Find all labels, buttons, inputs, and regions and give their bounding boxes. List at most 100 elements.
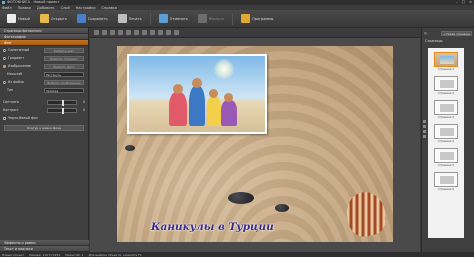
pages-panel: ▤ + Новая страница Страницы Страница 1 С… xyxy=(421,28,474,252)
radio-solid[interactable] xyxy=(3,48,6,52)
move-down-icon[interactable] xyxy=(423,125,426,128)
page-thumb[interactable]: Страница 5 xyxy=(434,148,458,170)
toolbar-divider xyxy=(232,12,234,25)
page-thumb[interactable]: Страница 6 xyxy=(434,172,458,194)
thumb-preview xyxy=(434,148,458,163)
type-row: Тип Заливка xyxy=(0,86,88,94)
programs-button[interactable]: Программы xyxy=(236,12,278,26)
bw-checkbox[interactable] xyxy=(3,116,6,120)
add-page-button[interactable]: + Новая страница xyxy=(441,30,472,36)
choose-file-button[interactable]: Выбрать изображение xyxy=(44,79,84,85)
album-page[interactable]: Каникулы в Турции xyxy=(117,46,393,242)
bw-row[interactable]: Черно-белый фон xyxy=(0,114,88,122)
sun-glow xyxy=(213,58,235,80)
status-bar: Новый проект Размер: 1107×1452 Масштаб: … xyxy=(0,252,474,257)
option-image[interactable]: Изображение Выбрать фото xyxy=(0,62,88,70)
delete-icon[interactable] xyxy=(174,30,179,35)
canvas-area[interactable]: Каникулы в Турции xyxy=(90,38,420,252)
page-tools xyxy=(423,120,427,138)
page-thumb[interactable]: Страница 3 xyxy=(434,100,458,122)
brightness-value: 0 xyxy=(82,100,85,104)
seashell-image xyxy=(343,189,389,239)
page-caption[interactable]: Каникулы в Турции xyxy=(151,221,274,233)
layer-up-icon[interactable] xyxy=(150,30,155,35)
slider-knob[interactable] xyxy=(61,107,64,114)
person-head xyxy=(192,78,202,88)
placement-select[interactable]: Растянуть xyxy=(44,71,84,77)
person-head xyxy=(173,84,183,94)
folder-icon xyxy=(39,14,49,23)
bg-contour-button[interactable]: Контур и рамка фона xyxy=(4,125,84,131)
properties-panel: Страницы фотокниги Фотографии Фон Одното… xyxy=(0,28,89,252)
new-button[interactable]: Новый xyxy=(2,12,35,26)
redo-icon xyxy=(197,14,207,23)
thumb-preview xyxy=(434,52,458,67)
family-photo[interactable] xyxy=(127,54,267,134)
move-up-icon[interactable] xyxy=(423,120,426,123)
option-from-file[interactable]: Из файла Выбрать изображение xyxy=(0,78,88,86)
person-figure xyxy=(207,96,221,126)
brightness-slider[interactable] xyxy=(46,99,77,106)
radio-from-file[interactable] xyxy=(3,80,6,84)
align-icon[interactable] xyxy=(142,30,147,35)
thumb-preview xyxy=(434,76,458,91)
person-figure xyxy=(221,100,237,126)
menu-add[interactable]: Добавить xyxy=(37,6,55,10)
save-button[interactable]: Сохранить xyxy=(72,12,113,26)
pebble xyxy=(125,145,135,151)
thumb-preview xyxy=(434,100,458,115)
option-solid[interactable]: Однотонный Выбрать цвет xyxy=(0,46,88,54)
pages-title: Страницы xyxy=(425,39,443,43)
menu-help[interactable]: Справка xyxy=(102,6,117,10)
menu-settings[interactable]: Настройки xyxy=(76,6,96,10)
page-thumb[interactable]: Страница 1 xyxy=(434,52,458,74)
brightness-label: Светлота xyxy=(3,100,19,104)
grid-icon[interactable] xyxy=(166,30,171,35)
zoom-in-icon[interactable] xyxy=(102,30,107,35)
fit-icon[interactable] xyxy=(118,30,123,35)
layer-down-icon[interactable] xyxy=(158,30,163,35)
status-zoom: Масштаб: 1 xyxy=(65,252,84,257)
menu-edit[interactable]: Правка xyxy=(18,6,31,10)
canvas-toolbar xyxy=(90,28,420,38)
print-button[interactable]: Печать xyxy=(113,12,147,26)
page-thumb[interactable]: Страница 2 xyxy=(434,76,458,98)
choose-gradient-button[interactable]: Выбрать градиент xyxy=(44,55,84,61)
placement-row: Масштаб Растянуть xyxy=(0,70,88,78)
rotate-icon[interactable] xyxy=(126,30,131,35)
placement-label: Масштаб xyxy=(7,72,23,76)
programs-icon xyxy=(241,14,251,23)
open-button[interactable]: Открыть xyxy=(35,12,72,26)
menu-layer[interactable]: Слой xyxy=(61,6,70,10)
copy-icon[interactable] xyxy=(423,130,426,133)
zoom-out-icon[interactable] xyxy=(110,30,115,35)
menu-file[interactable]: Файл xyxy=(2,6,12,10)
page-list-icon: ▤ xyxy=(424,31,427,35)
status-hint: Для выбора объекта, нажмите F1 xyxy=(88,252,142,257)
select-tool-icon[interactable] xyxy=(94,30,99,35)
radio-gradient[interactable] xyxy=(3,56,6,60)
contrast-label: Контраст xyxy=(3,108,19,112)
delete-page-icon[interactable] xyxy=(423,135,426,138)
new-file-icon xyxy=(7,14,16,23)
thumb-preview xyxy=(434,124,458,139)
pebble xyxy=(275,204,289,212)
brightness-row: Светлота 0 xyxy=(0,98,88,106)
undo-icon xyxy=(158,14,168,23)
choose-color-button[interactable]: Выбрать цвет xyxy=(44,47,84,53)
choose-image-button[interactable]: Выбрать фото xyxy=(44,63,84,69)
contrast-row: Контраст 0 xyxy=(0,106,88,114)
slider-knob[interactable] xyxy=(61,99,64,106)
page-thumb[interactable]: Страница 4 xyxy=(434,124,458,146)
contrast-slider[interactable] xyxy=(46,107,77,114)
save-icon xyxy=(76,14,86,23)
redo-button[interactable]: Вернуть xyxy=(193,12,229,26)
type-select[interactable]: Заливка xyxy=(44,87,84,93)
flip-icon[interactable] xyxy=(134,30,139,35)
person-head xyxy=(209,89,218,98)
option-gradient[interactable]: Градиент Выбрать градиент xyxy=(0,54,88,62)
pebble xyxy=(228,192,254,204)
undo-button[interactable]: Отменить xyxy=(154,12,193,26)
radio-image[interactable] xyxy=(3,64,6,68)
contrast-value: 0 xyxy=(82,108,85,112)
